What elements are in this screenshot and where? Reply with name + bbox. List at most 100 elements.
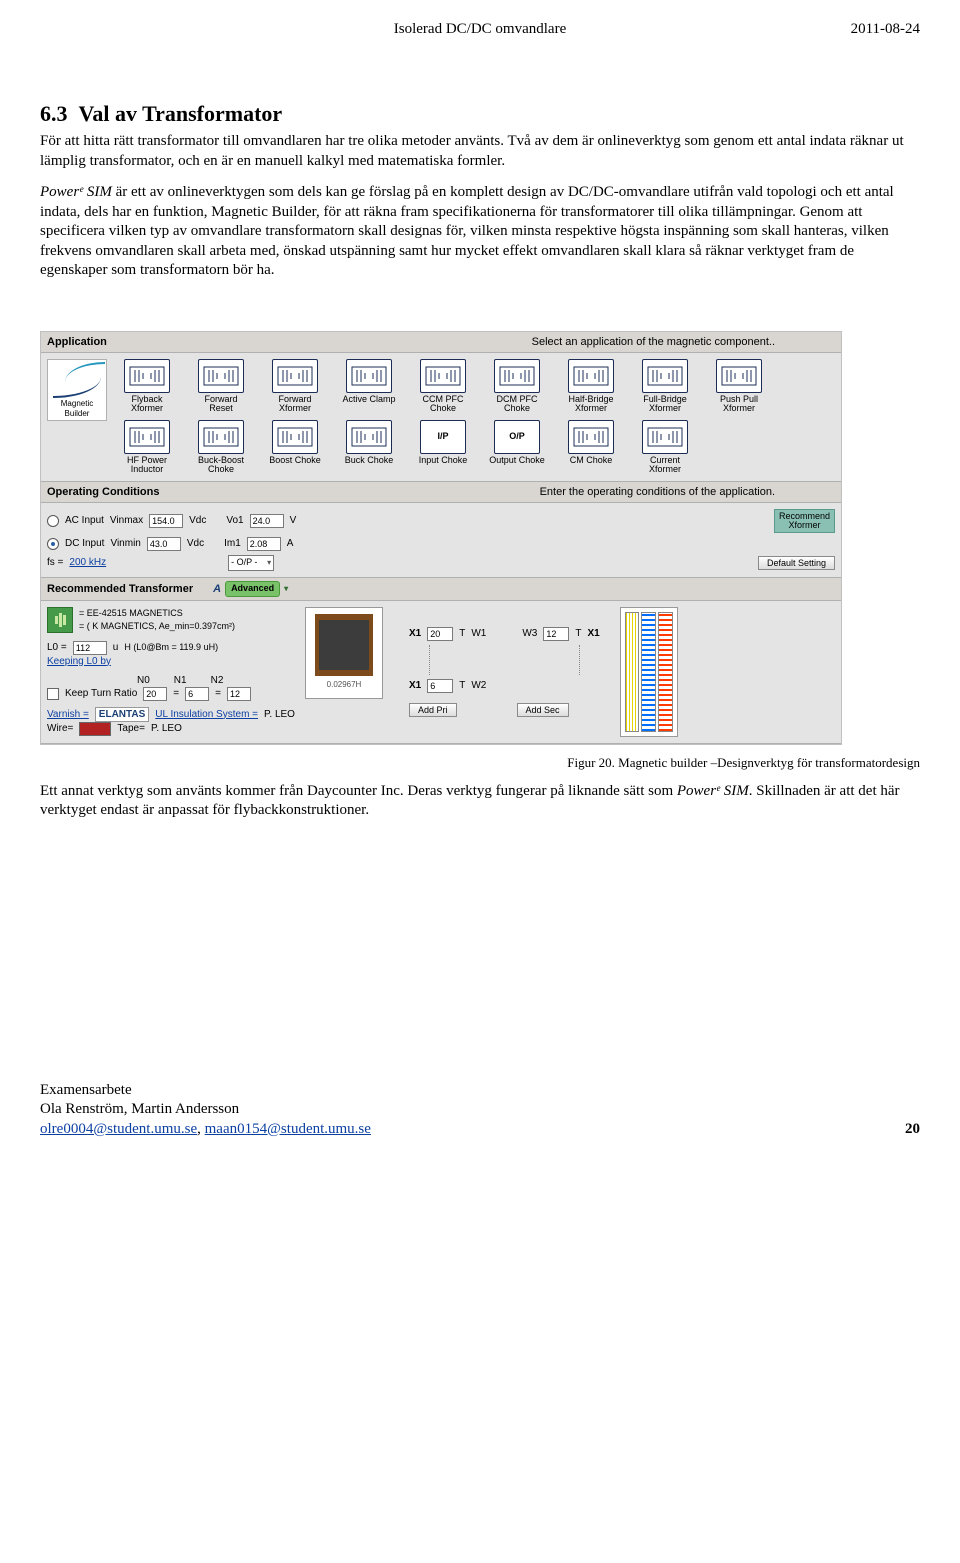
ktr-n2-input[interactable] bbox=[227, 687, 251, 701]
winding-schematic-icon bbox=[429, 645, 580, 675]
app-tile-dcm-pfc-choke[interactable]: DCM PFC Choke bbox=[483, 359, 551, 414]
transformer-topology-icon bbox=[272, 359, 318, 393]
app-tile-buck-choke[interactable]: Buck Choke bbox=[335, 420, 403, 475]
vinmin-input[interactable] bbox=[147, 537, 181, 551]
n2-label: N2 bbox=[211, 674, 224, 687]
ktr-n1-input[interactable] bbox=[185, 687, 209, 701]
app-tile-ccm-pfc-choke[interactable]: CCM PFC Choke bbox=[409, 359, 477, 414]
footer-line-2: Ola Renström, Martin Andersson bbox=[40, 1100, 920, 1120]
application-hint: Select an application of the magnetic co… bbox=[532, 335, 835, 349]
app-tile-hf-power-inductor[interactable]: HF Power Inductor bbox=[113, 420, 181, 475]
ul-insulation-value: P. LEO bbox=[264, 708, 295, 721]
page-number: 20 bbox=[905, 1120, 920, 1140]
footer-sep: , bbox=[197, 1121, 205, 1137]
x1-label: X1 bbox=[409, 627, 421, 640]
ul-insulation-link[interactable]: UL Insulation System = bbox=[155, 708, 258, 721]
app-tile-current-xformer[interactable]: Current Xformer bbox=[631, 420, 699, 475]
vo1-input[interactable] bbox=[250, 514, 284, 528]
im1-input[interactable] bbox=[247, 537, 281, 551]
ac-input-radio[interactable] bbox=[47, 515, 59, 527]
app-tile-output-choke[interactable]: O/P Output Choke bbox=[483, 420, 551, 475]
app-tile-boost-choke[interactable]: Boost Choke bbox=[261, 420, 329, 475]
footer-email-2[interactable]: maan0154@student.umu.se bbox=[205, 1121, 371, 1137]
chevron-down-icon: ▾ bbox=[267, 558, 271, 568]
app-tile-flyback-xformer[interactable]: Flyback Xformer bbox=[113, 359, 181, 414]
keep-turn-ratio-checkbox[interactable] bbox=[47, 688, 59, 700]
app-tile-label: Current Xformer bbox=[649, 456, 681, 475]
transformer-topology-icon bbox=[642, 359, 688, 393]
transformer-topology-icon bbox=[124, 359, 170, 393]
app-tile-push-pull-xformer[interactable]: Push Pull Xformer bbox=[705, 359, 773, 414]
recommend-xformer-button[interactable]: Recommend Xformer bbox=[774, 509, 835, 533]
dc-input-radio[interactable] bbox=[47, 538, 59, 550]
im1-label: Im1 bbox=[224, 537, 241, 550]
l0-input[interactable] bbox=[73, 641, 107, 655]
running-head-date: 2011-08-24 bbox=[851, 20, 920, 40]
magnetic-builder-screenshot: Application Select an application of the… bbox=[40, 331, 842, 745]
transformer-topology-icon bbox=[346, 420, 392, 454]
vinmax-unit: Vdc bbox=[189, 514, 206, 527]
application-title: Application bbox=[47, 335, 107, 349]
app-tile-buck-boost-choke[interactable]: Buck-Boost Choke bbox=[187, 420, 255, 475]
app-tile-half-bridge-xformer[interactable]: Half-Bridge Xformer bbox=[557, 359, 625, 414]
x1-t: T bbox=[459, 627, 465, 640]
varnish-link[interactable]: Varnish = bbox=[47, 708, 89, 721]
l0-unit: u bbox=[113, 641, 119, 654]
app-tile-label: CM Choke bbox=[570, 456, 613, 465]
transformer-topology-icon bbox=[124, 420, 170, 454]
vinmin-unit: Vdc bbox=[187, 537, 204, 550]
app-tile-label: Output Choke bbox=[489, 456, 545, 465]
add-sec-button[interactable]: Add Sec bbox=[517, 703, 569, 717]
equals-2: = bbox=[215, 687, 221, 700]
app-tile-forward-xformer[interactable]: Forward Xformer bbox=[261, 359, 329, 414]
rt-windings-column: X1 T W1 W3 T X1 bbox=[409, 607, 835, 737]
add-pri-button[interactable]: Add Pri bbox=[409, 703, 457, 717]
x2-input[interactable] bbox=[427, 679, 453, 693]
dc-input-label: DC Input bbox=[65, 537, 104, 550]
fs-link[interactable]: 200 kHz bbox=[69, 556, 106, 569]
vinmin-label: Vinmin bbox=[110, 537, 140, 550]
wire-label: Wire= bbox=[47, 722, 73, 735]
math-inline-2: Powerᵉ SIM bbox=[677, 783, 749, 799]
app-tile-label: Flyback Xformer bbox=[131, 395, 163, 414]
logo-text-1: Magnetic bbox=[61, 400, 93, 408]
section-title: 6.3 Val av Transformator bbox=[40, 100, 920, 129]
app-tile-label: Forward Xformer bbox=[278, 395, 311, 414]
x2-t: T bbox=[459, 679, 465, 692]
w1-label: W1 bbox=[471, 627, 486, 640]
winding-layer-3 bbox=[658, 612, 673, 732]
transformer-topology-icon bbox=[716, 359, 762, 393]
wire-swatch-icon bbox=[79, 722, 111, 736]
default-setting-button[interactable]: Default Setting bbox=[758, 556, 835, 570]
tape-value: P. LEO bbox=[151, 722, 182, 735]
winding-layer-1 bbox=[625, 612, 640, 732]
figure-caption: Figur 20. Magnetic builder –Designverkty… bbox=[40, 755, 920, 772]
transformer-topology-icon bbox=[494, 359, 540, 393]
app-tile-full-bridge-xformer[interactable]: Full-Bridge Xformer bbox=[631, 359, 699, 414]
advanced-badge[interactable]: Advanced bbox=[225, 581, 280, 597]
n1-label: N1 bbox=[174, 674, 187, 687]
ktr-n0-input[interactable] bbox=[143, 687, 167, 701]
transformer-topology-icon bbox=[568, 359, 614, 393]
x1-input[interactable] bbox=[427, 627, 453, 641]
w3-t: T bbox=[575, 627, 581, 640]
app-tile-label: Half-Bridge Xformer bbox=[568, 395, 613, 414]
app-tile-label: Full-Bridge Xformer bbox=[643, 395, 687, 414]
w3-input[interactable] bbox=[543, 627, 569, 641]
app-tile-forward-reset[interactable]: Forward Reset bbox=[187, 359, 255, 414]
iop-select-value: - O/P - bbox=[231, 557, 257, 569]
n0-label: N0 bbox=[137, 674, 150, 687]
running-head-title: Isolerad DC/DC omvandlare bbox=[394, 20, 566, 40]
paragraph-2: Powerᵉ SIM är ett av onlineverktygen som… bbox=[40, 183, 920, 281]
iop-select[interactable]: - O/P - ▾ bbox=[228, 555, 274, 571]
transformer-topology-icon: O/P bbox=[494, 420, 540, 454]
app-tile-cm-choke[interactable]: CM Choke bbox=[557, 420, 625, 475]
recommended-transformer-title: Recommended Transformer bbox=[47, 582, 193, 596]
app-tile-input-choke[interactable]: I/PInput Choke bbox=[409, 420, 477, 475]
winding-cross-section bbox=[620, 607, 678, 737]
logo-text-2: Builder bbox=[65, 410, 90, 418]
keeping-l0-link[interactable]: Keeping L0 by bbox=[47, 656, 111, 667]
app-tile-active-clamp[interactable]: Active Clamp bbox=[335, 359, 403, 414]
footer-email-1[interactable]: olre0004@student.umu.se bbox=[40, 1121, 197, 1137]
vinmax-input[interactable] bbox=[149, 514, 183, 528]
